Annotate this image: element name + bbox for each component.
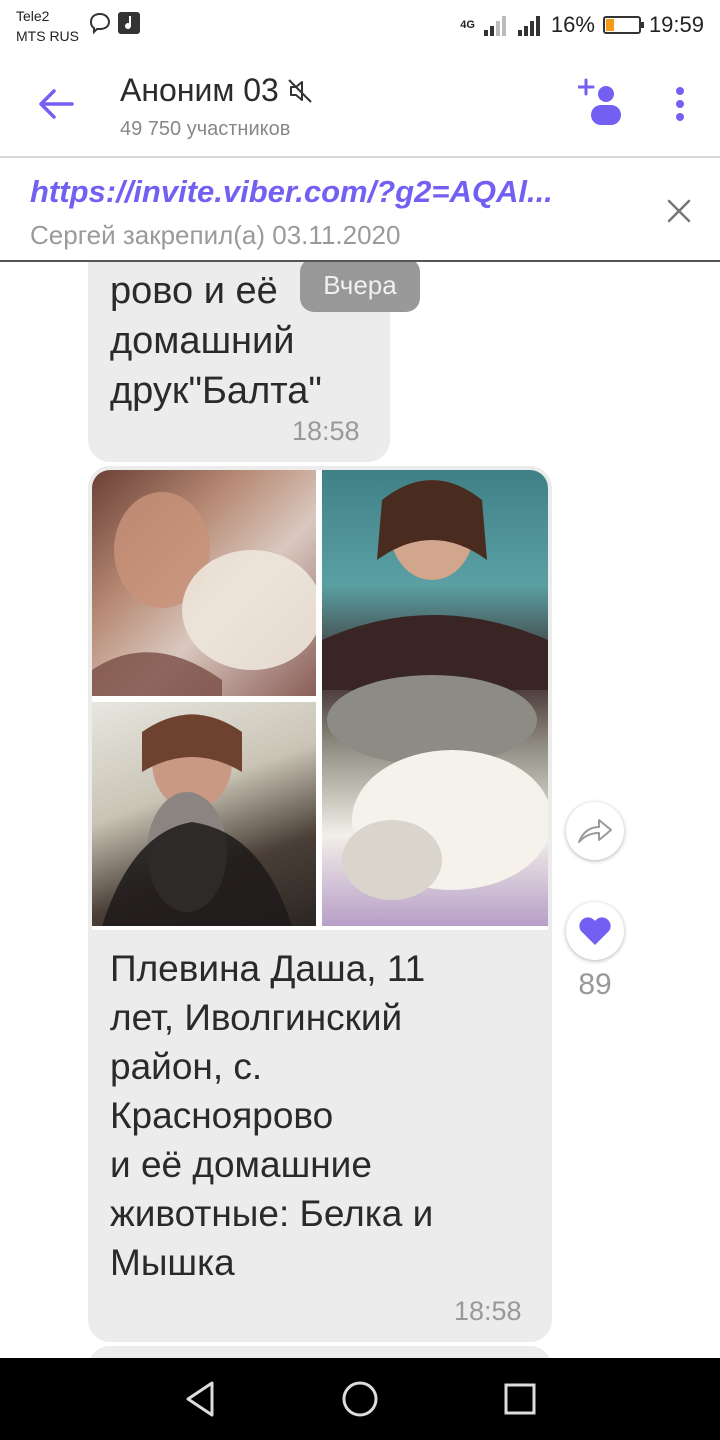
message-2-line: лет, Иволгинский [110,997,403,1038]
nav-back-icon[interactable] [180,1379,220,1419]
message-1-line: друк"Балта" [110,370,322,412]
battery-icon [602,16,644,34]
photo-girl-with-cat-bed[interactable] [92,470,316,696]
message-1-line: рово и её [110,270,278,312]
like-count: 89 [578,968,612,1001]
battery-percent: 16% [550,12,595,37]
message-2-text: Плевина Даша, 11 лет, Иволгинский район,… [110,944,530,1287]
message-1-time: 18:58 [292,416,360,446]
pinned-link[interactable]: https://invite.viber.com/?g2=AQAl... [30,174,553,210]
message-2-line: Мышка [110,1242,235,1283]
close-icon[interactable] [664,196,694,226]
signal-icon-2 [517,16,540,36]
photo-girl-with-two-cats[interactable] [322,470,548,926]
status-bar: Tele2 MTS RUS 4G 16% 19:59 [0,0,720,52]
add-participant-icon[interactable] [578,78,624,128]
signal-icon-1 [483,16,506,36]
message-1-line: домашний [110,320,295,362]
status-right: 4G 16% 19:59 [460,10,704,40]
photo-collage[interactable] [92,470,548,930]
viber-icon [89,12,111,35]
carrier-1: Tele2 [16,8,50,24]
date-separator: Вчера [300,258,420,312]
message-bubble-2[interactable]: Плевина Даша, 11 лет, Иволгинский район,… [88,466,552,1342]
pinned-message[interactable]: https://invite.viber.com/?g2=AQAl... Сер… [0,160,720,262]
message-2-line: район, с. [110,1046,263,1087]
carrier-2: MTS RUS [16,28,79,44]
carrier-info: Tele2 MTS RUS [16,6,79,46]
heart-icon [579,917,611,945]
message-1-text: рово и её домашний друк"Балта" [110,266,322,416]
pinned-meta: Сергей закрепил(а) 03.11.2020 [30,220,401,250]
message-2-line: и её домашние [110,1144,372,1185]
message-2-line: Плевина Даша, 11 [110,948,426,989]
like-button[interactable] [566,902,624,960]
muted-icon [288,78,312,103]
clock: 19:59 [648,12,704,37]
more-options-icon[interactable] [662,82,698,126]
share-button[interactable] [566,802,624,860]
message-2-line: животные: Белка и [110,1193,434,1234]
message-2-line: Краснoярово [110,1095,334,1136]
chat-title-text: Аноним 03 [120,72,279,108]
network-type: 4G [460,19,475,31]
music-app-icon [118,12,140,34]
message-2-time: 18:58 [454,1296,522,1326]
screen: Tele2 MTS RUS 4G 16% 19:59 Аноним 03 49 … [0,0,720,1440]
nav-home-icon[interactable] [340,1379,380,1419]
chat-header: Аноним 03 49 750 участников [0,52,720,158]
back-arrow-icon[interactable] [34,82,78,126]
photo-girl-holding-cat[interactable] [92,702,316,926]
system-nav-bar [0,1358,720,1440]
participants-count: 49 750 участников [120,118,291,140]
share-arrow-icon [578,819,612,843]
chat-title[interactable]: Аноним 03 [120,72,313,109]
nav-recents-icon[interactable] [500,1379,540,1419]
